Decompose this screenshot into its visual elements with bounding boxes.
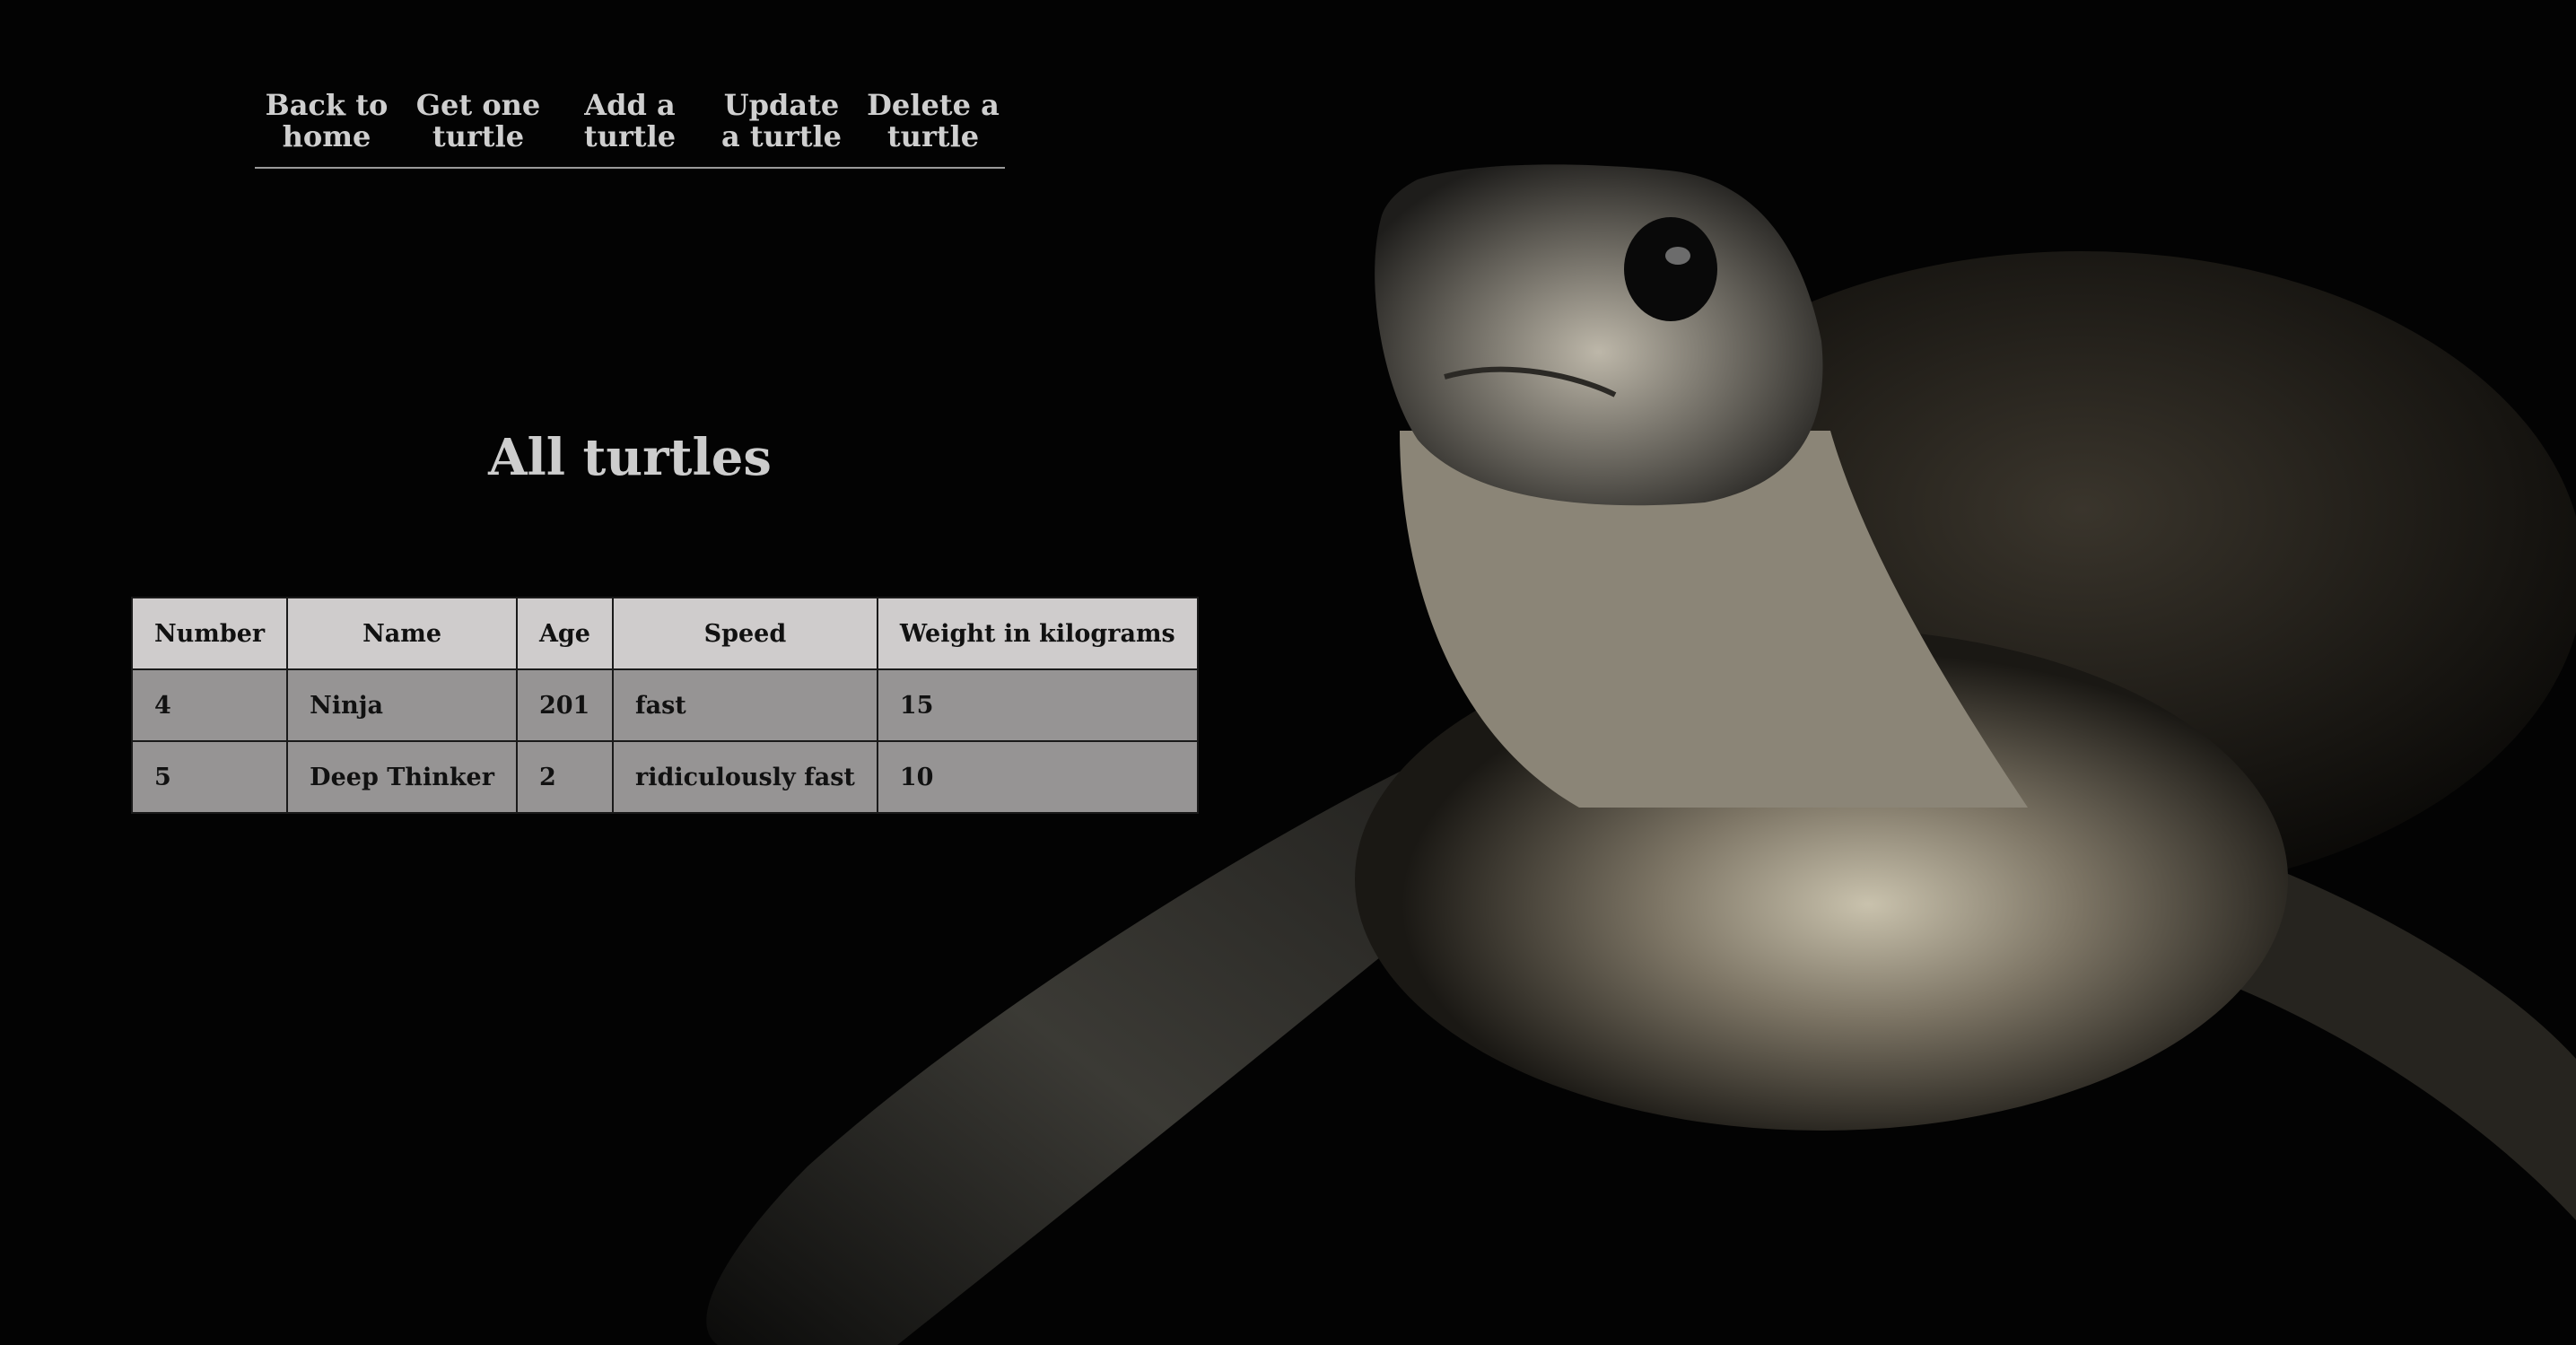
column-header-speed: Speed bbox=[611, 597, 878, 670]
nav-link-label-line2: turtle bbox=[886, 119, 980, 153]
table-row: 5 Deep Thinker 2 ridiculously fast 10 bbox=[130, 740, 1199, 814]
nav-link-label-line1: Update bbox=[723, 88, 840, 122]
nav-link-label-line2: home bbox=[282, 119, 371, 153]
cell-number: 4 bbox=[130, 668, 289, 742]
nav-link-add-a-turtle[interactable]: Add a turtle bbox=[558, 86, 702, 153]
nav-link-label-line2: turtle bbox=[432, 119, 525, 153]
cell-weight: 10 bbox=[876, 740, 1199, 814]
cell-age: 2 bbox=[515, 740, 614, 814]
cell-name: Ninja bbox=[286, 668, 518, 742]
nav-link-label-line1: Get one bbox=[415, 88, 541, 122]
column-header-weight: Weight in kilograms bbox=[876, 597, 1199, 670]
nav-link-back-to-home[interactable]: Back to home bbox=[255, 86, 398, 153]
column-header-number: Number bbox=[130, 597, 289, 670]
nav-link-label-line1: Delete a bbox=[867, 88, 1000, 122]
turtles-table: Number Name Age Speed Weight in kilogram… bbox=[130, 597, 1199, 814]
nav-link-label-line2: a turtle bbox=[720, 119, 843, 153]
nav-link-label-line1: Add a bbox=[584, 88, 676, 122]
table-header-row: Number Name Age Speed Weight in kilogram… bbox=[130, 597, 1199, 670]
nav-link-label-line1: Back to bbox=[265, 88, 389, 122]
column-header-age: Age bbox=[515, 597, 614, 670]
column-header-name: Name bbox=[286, 597, 518, 670]
cell-number: 5 bbox=[130, 740, 289, 814]
nav-link-label-line2: turtle bbox=[583, 119, 677, 153]
nav-link-get-one-turtle[interactable]: Get one turtle bbox=[406, 86, 550, 153]
main-navigation: Back to home Get one turtle Add a turtle… bbox=[255, 86, 1005, 169]
cell-speed: fast bbox=[611, 668, 878, 742]
nav-link-update-a-turtle[interactable]: Update a turtle bbox=[710, 86, 853, 153]
nav-link-delete-a-turtle[interactable]: Delete a turtle bbox=[861, 86, 1005, 153]
cell-age: 201 bbox=[515, 668, 614, 742]
cell-weight: 15 bbox=[876, 668, 1199, 742]
cell-speed: ridiculously fast bbox=[611, 740, 878, 814]
table-row: 4 Ninja 201 fast 15 bbox=[130, 668, 1199, 742]
cell-name: Deep Thinker bbox=[286, 740, 518, 814]
page-title: All turtles bbox=[488, 428, 772, 487]
